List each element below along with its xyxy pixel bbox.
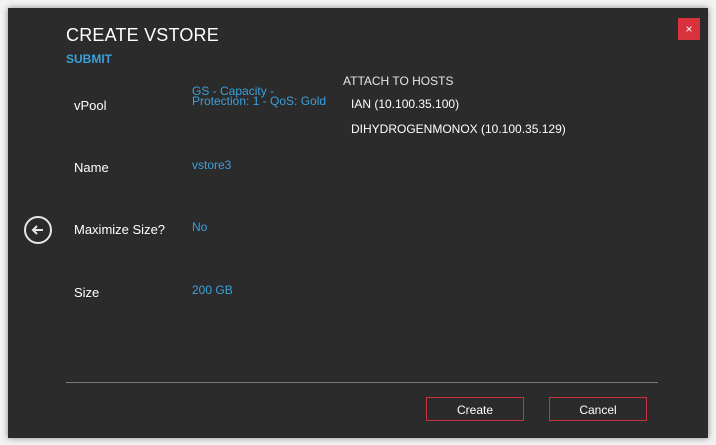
dialog-title: CREATE VSTORE — [66, 25, 219, 45]
create-vstore-dialog: CREATE VSTORE SUBMIT × vPool GS - Capaci… — [8, 8, 708, 438]
arrow-left-icon — [31, 225, 43, 235]
attach-to-hosts-header: ATTACH TO HOSTS — [343, 74, 454, 88]
name-label: Name — [74, 160, 109, 175]
close-button[interactable]: × — [678, 18, 700, 40]
maximize-size-label: Maximize Size? — [74, 222, 166, 237]
create-button[interactable]: Create — [426, 397, 524, 421]
host-item-ian[interactable]: IAN (10.100.35.100) — [351, 97, 459, 111]
size-label: Size — [74, 285, 100, 300]
vpool-value: GS - Capacity - Protection: 1 - QoS: Gol… — [192, 84, 327, 108]
divider — [66, 382, 658, 383]
host-item-dihydrogenmonox[interactable]: DIHYDROGENMONOX (10.100.35.129) — [351, 122, 566, 136]
cancel-button[interactable]: Cancel — [549, 397, 647, 421]
back-button[interactable] — [24, 216, 52, 244]
vpool-label: vPool — [74, 98, 107, 113]
size-value: 200 GB — [192, 283, 233, 297]
close-icon: × — [685, 22, 693, 36]
maximize-size-value: No — [192, 220, 208, 234]
name-value: vstore3 — [192, 158, 232, 172]
submit-step-link[interactable]: SUBMIT — [66, 52, 112, 66]
